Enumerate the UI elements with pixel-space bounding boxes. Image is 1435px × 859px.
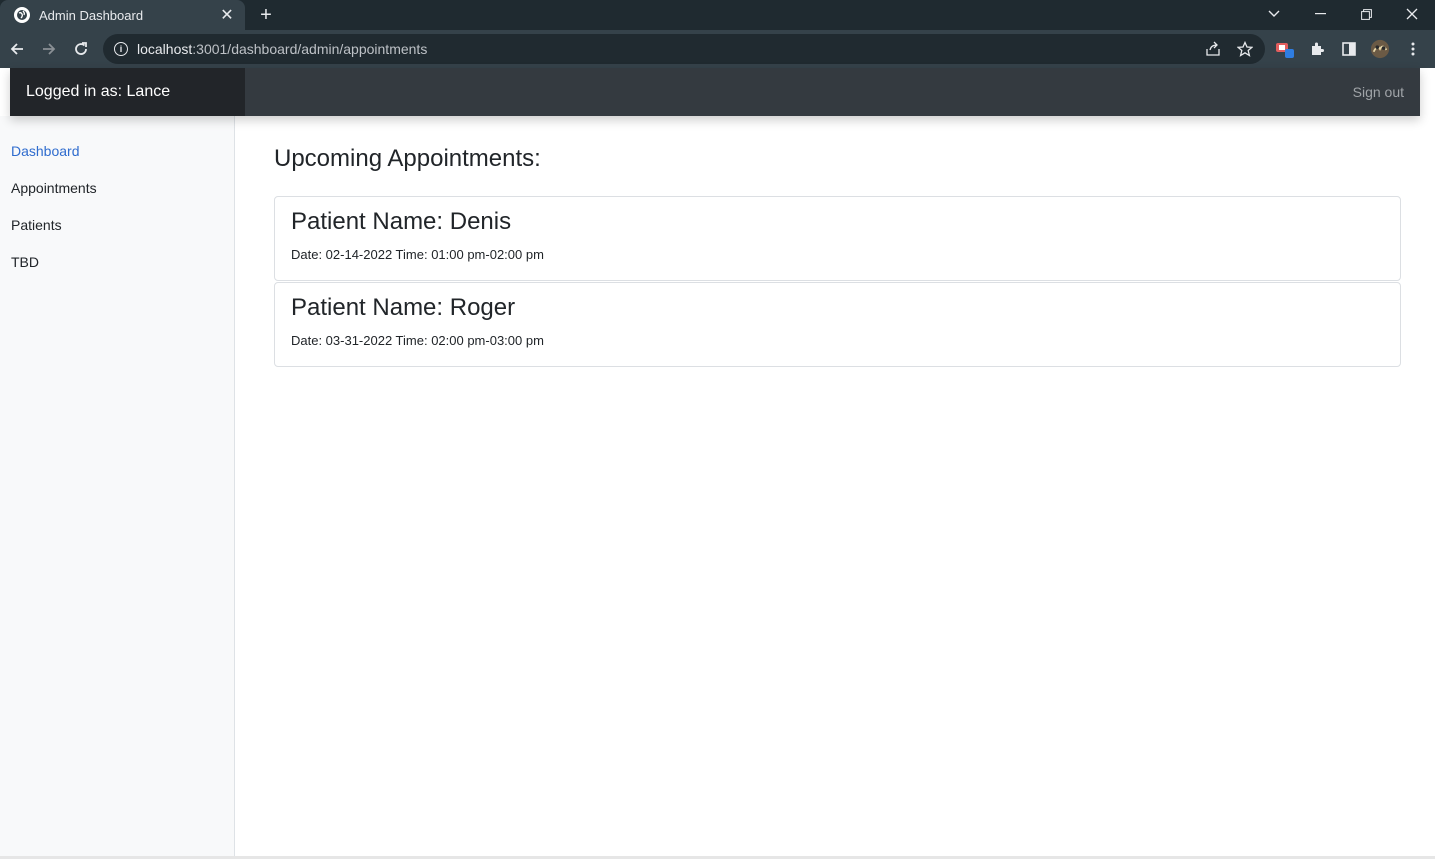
back-arrow-icon[interactable]: [4, 36, 30, 62]
close-window-button[interactable]: [1389, 0, 1435, 28]
appointment-patient-name: Patient Name: Denis: [291, 208, 512, 235]
appointment-details: Date: 03-31-2022 Time: 02:00 pm-03:00 pm: [291, 333, 544, 348]
kebab-menu-icon[interactable]: [1403, 39, 1423, 59]
restore-button[interactable]: [1343, 0, 1389, 28]
side-panel-icon[interactable]: [1339, 39, 1359, 59]
page-title: Upcoming Appointments:: [274, 145, 541, 172]
bookmark-star-icon[interactable]: [1236, 40, 1254, 58]
close-tab-icon[interactable]: ✕: [215, 3, 239, 27]
appointment-card: Patient Name: Denis Date: 02-14-2022 Tim…: [274, 196, 1401, 281]
globe-icon: [14, 7, 30, 23]
appointment-details: Date: 02-14-2022 Time: 01:00 pm-02:00 pm: [291, 247, 544, 262]
appointment-card: Patient Name: Roger Date: 03-31-2022 Tim…: [274, 282, 1401, 367]
browser-toolbar: i localhost:3001/dashboard/admin/appoint…: [0, 30, 1435, 68]
extension-badge-icon[interactable]: [1275, 39, 1295, 59]
minimize-button[interactable]: [1297, 0, 1343, 28]
sidebar: Dashboard Appointments Patients TBD: [0, 116, 235, 859]
appointment-patient-name: Patient Name: Roger: [291, 294, 516, 321]
logged-in-label: Logged in as: Lance: [10, 68, 245, 116]
puzzle-piece-icon[interactable]: [1307, 39, 1327, 59]
new-tab-button[interactable]: +: [254, 3, 278, 27]
browser-tabstrip: Admin Dashboard ✕ +: [0, 0, 1435, 30]
address-bar[interactable]: i localhost:3001/dashboard/admin/appoint…: [103, 34, 1265, 64]
browser-tab[interactable]: Admin Dashboard ✕: [0, 0, 245, 30]
site-info-icon[interactable]: i: [114, 42, 128, 56]
sidebar-item-appointments[interactable]: Appointments: [11, 180, 97, 196]
share-icon[interactable]: [1204, 40, 1222, 58]
tab-search-icon[interactable]: [1251, 0, 1297, 28]
tab-title: Admin Dashboard: [39, 7, 144, 23]
reload-icon[interactable]: [68, 36, 94, 62]
forward-arrow-icon[interactable]: [36, 36, 62, 62]
url-text[interactable]: localhost:3001/dashboard/admin/appointme…: [137, 41, 427, 57]
profile-avatar-icon[interactable]: [1370, 39, 1390, 59]
sidebar-item-dashboard[interactable]: Dashboard: [11, 143, 80, 159]
sidebar-item-tbd[interactable]: TBD: [11, 254, 39, 270]
app-header: Logged in as: Lance Sign out: [10, 68, 1420, 116]
sign-out-link[interactable]: Sign out: [1353, 68, 1404, 116]
sidebar-item-patients[interactable]: Patients: [11, 217, 62, 233]
